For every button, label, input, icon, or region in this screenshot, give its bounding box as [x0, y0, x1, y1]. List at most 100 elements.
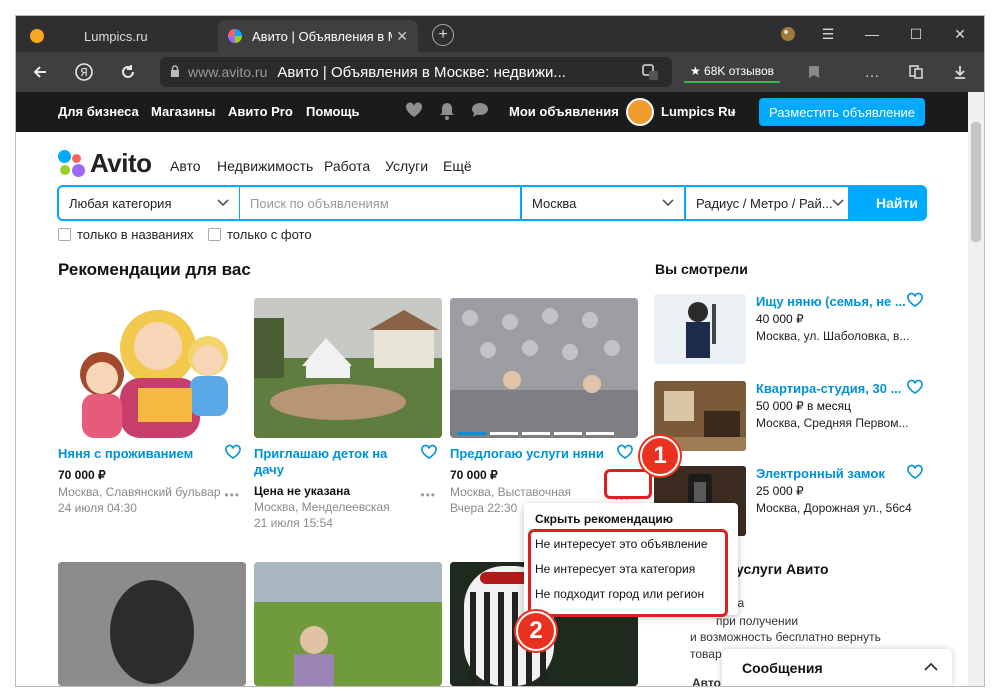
tab-close-icon[interactable]: ✕	[396, 28, 408, 45]
maximize-icon[interactable]: ☐	[896, 16, 936, 52]
url-domain: www.avito.ru	[188, 64, 268, 80]
services-text: товар	[690, 647, 722, 661]
viewed-item[interactable]: Квартира-студия, 30 ... 50 000 ₽ в месяц…	[654, 379, 926, 453]
menu-more[interactable]: Ещё	[443, 158, 472, 174]
card-date: 21 июля 15:54	[254, 516, 333, 530]
new-tab-button[interactable]: +	[432, 24, 454, 46]
tab-avito[interactable]: Авито | Объявления в М ✕	[218, 20, 418, 52]
viewed-item[interactable]: Ищу няню (семья, не ... 40 000 ₽ Москва,…	[654, 292, 926, 366]
favorite-heart-icon[interactable]	[906, 464, 924, 485]
card-title-link[interactable]: Предлогаю услуги няни	[450, 446, 610, 462]
recommendation-card[interactable]: Предлогаю услуги няни 70 000 ₽ Москва, В…	[450, 298, 638, 515]
logo-text: Avito	[90, 148, 152, 178]
tab-bar: Lumpics.ru Авито | Объявления в М ✕ + ☰ …	[16, 16, 984, 52]
card-more-icon[interactable]: •••	[420, 488, 436, 502]
recommendation-card-image[interactable]	[254, 562, 442, 686]
reviews-badge[interactable]: ★ 68K отзывов	[684, 61, 780, 83]
checkbox-box[interactable]	[208, 228, 221, 241]
user-avatar[interactable]	[626, 98, 654, 126]
services-text: и возможность бесплатно вернуть	[690, 630, 881, 644]
browser-menu-icon[interactable]: ☰	[808, 16, 848, 52]
svg-text:Я: Я	[80, 66, 88, 79]
checkbox-box[interactable]	[58, 228, 71, 241]
menu-auto[interactable]: Авто	[170, 158, 201, 174]
minimize-icon[interactable]: —	[852, 16, 892, 52]
viewed-title-link[interactable]: Ищу няню (семья, не ...	[756, 294, 906, 309]
search-placeholder: Поиск по объявлениям	[250, 195, 389, 211]
card-date: Вчера 22:30	[450, 501, 518, 515]
tab-label: Авито | Объявления в М	[252, 28, 392, 44]
url-field[interactable]: www.avito.ru Авито | Объявления в Москве…	[160, 57, 672, 87]
menu-realty[interactable]: Недвижимость	[217, 158, 313, 174]
favorite-heart-icon[interactable]	[906, 379, 924, 400]
notifications-bell-icon[interactable]	[439, 102, 455, 125]
link-help[interactable]: Помощь	[306, 104, 359, 119]
city-select[interactable]: Москва	[522, 187, 684, 219]
favorites-heart-icon[interactable]	[405, 102, 423, 123]
vertical-scrollbar[interactable]	[968, 92, 984, 686]
avito-favicon-icon	[228, 29, 242, 43]
step-badge-2: 2	[516, 611, 556, 651]
post-ad-button[interactable]: Разместить объявление	[759, 98, 925, 126]
bookmark-icon[interactable]	[800, 58, 828, 86]
favorite-heart-icon[interactable]	[616, 444, 634, 465]
recommendations-title: Рекомендации для вас	[58, 260, 251, 279]
link-shops[interactable]: Магазины	[151, 104, 215, 119]
category-select[interactable]: Любая категория	[59, 187, 239, 219]
yandex-icon[interactable]: Я	[70, 58, 98, 86]
lumpics-favicon-icon	[30, 29, 44, 43]
card-location: Москва, Славянский бульвар	[58, 485, 221, 499]
lock-icon	[170, 64, 180, 80]
link-business[interactable]: Для бизнеса	[58, 104, 139, 119]
search-button[interactable]: Найти	[867, 185, 927, 221]
card-image[interactable]	[254, 298, 442, 438]
viewed-title-link[interactable]: Электронный замок	[756, 466, 906, 481]
services-text: при получении	[716, 614, 799, 628]
chevron-down-icon	[832, 196, 844, 210]
user-name[interactable]: Lumpics Ru	[661, 104, 735, 119]
card-title-link[interactable]: Няня с проживанием	[58, 446, 218, 462]
favorite-heart-icon[interactable]	[906, 292, 924, 313]
collections-icon[interactable]	[902, 58, 930, 86]
tab-lumpics[interactable]: Lumpics.ru	[20, 20, 220, 52]
translate-icon[interactable]	[636, 58, 664, 86]
link-avito-pro[interactable]: Авито Pro	[228, 104, 293, 119]
extension-icon[interactable]	[768, 16, 808, 52]
messages-panel[interactable]: Сообщения	[722, 649, 952, 686]
only-photo-checkbox[interactable]: только с фото	[208, 227, 312, 242]
avito-logo-dots-icon	[58, 149, 86, 178]
reload-icon[interactable]	[114, 58, 142, 86]
user-chevron-down-icon[interactable]: ⌄	[729, 106, 737, 117]
search-input[interactable]: Поиск по объявлениям	[240, 187, 520, 219]
only-titles-checkbox[interactable]: только в названиях	[58, 227, 194, 242]
radius-value: Радиус / Метро / Рай...	[696, 195, 833, 211]
menu-item-hide-recommendation[interactable]: Скрыть рекомендацию	[535, 512, 673, 526]
scrollbar-thumb[interactable]	[971, 122, 981, 242]
recommendation-card[interactable]: Няня с проживанием 70 000 ₽ Москва, Слав…	[58, 298, 246, 515]
viewed-title-link[interactable]: Квартира-студия, 30 ...	[756, 381, 906, 396]
card-title-link[interactable]: Приглашаю деток на дачу	[254, 446, 404, 478]
chevron-up-icon[interactable]	[924, 658, 938, 674]
recommendation-card[interactable]: Приглашаю деток на дачу Цена не указана …	[254, 298, 442, 530]
card-location: Москва, Менделеевская	[254, 500, 390, 514]
card-price: 70 000 ₽	[58, 468, 106, 482]
close-window-icon[interactable]: ✕	[940, 16, 980, 52]
card-image[interactable]	[450, 298, 638, 438]
viewed-thumbnail[interactable]	[654, 294, 746, 364]
menu-jobs[interactable]: Работа	[324, 158, 370, 174]
card-more-icon[interactable]: •••	[224, 488, 240, 502]
browser-window: Lumpics.ru Авито | Объявления в М ✕ + ☰ …	[16, 16, 984, 686]
avito-logo[interactable]: Avito	[58, 148, 152, 179]
back-icon[interactable]	[26, 58, 54, 86]
more-tools-icon[interactable]: …	[858, 58, 886, 86]
favorite-heart-icon[interactable]	[420, 444, 438, 465]
download-icon[interactable]	[946, 58, 974, 86]
menu-services[interactable]: Услуги	[385, 158, 428, 174]
my-ads-link[interactable]: Мои объявления	[509, 104, 619, 119]
card-image[interactable]	[58, 298, 246, 438]
favorite-heart-icon[interactable]	[224, 444, 242, 465]
recommendation-card-image[interactable]	[58, 562, 246, 686]
avito-top-header: Для бизнеса Магазины Авито Pro Помощь Мо…	[16, 92, 968, 132]
messages-chat-icon[interactable]	[471, 102, 489, 123]
radius-select[interactable]: Радиус / Метро / Рай...	[686, 187, 848, 219]
